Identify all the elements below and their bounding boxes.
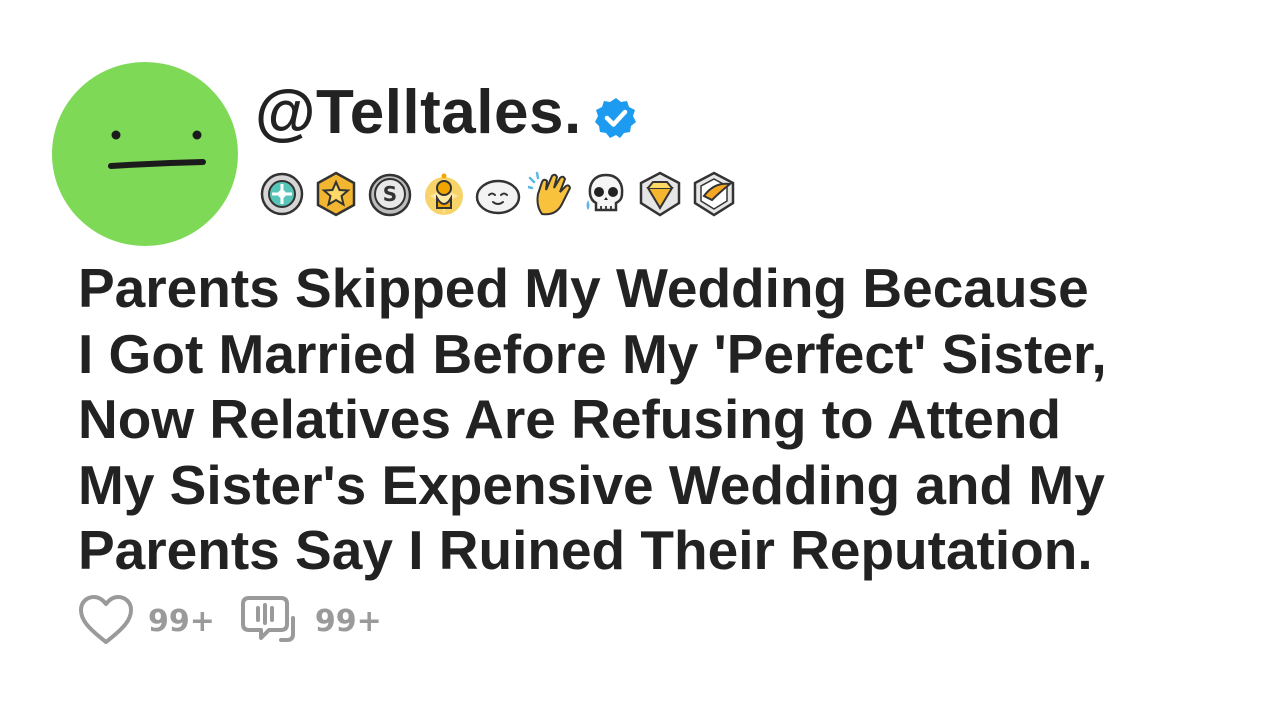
avatar[interactable] [52,62,238,246]
svg-text:S: S [383,182,397,206]
award-badges: S [258,170,738,218]
title-line: I Got Married Before My 'Perfect' Sister… [78,322,1107,385]
silver-award-icon[interactable]: S [366,170,414,218]
title-line: Parents Skipped My Wedding Because [78,257,1089,319]
diamond-award-icon[interactable] [636,170,684,218]
wholesome-seal-icon[interactable] [474,170,522,218]
clapping-hands-icon[interactable] [528,170,576,218]
title-line: Now Relatives Are Refusing to Attend [78,388,1061,450]
post-actions: 99+ 99+ [78,594,408,648]
helpful-award-icon[interactable] [258,170,306,218]
heart-icon[interactable] [78,594,134,648]
verified-badge-icon [594,98,636,138]
like-count: 99+ [148,603,215,639]
post-card: @Telltales. S Parents Skipped My Wedding… [0,0,1280,720]
crying-skull-icon[interactable] [582,170,630,218]
comment-icon[interactable] [240,594,301,648]
username-row: @Telltales. [255,82,638,144]
platinum-award-icon[interactable] [690,170,738,218]
star-award-icon[interactable] [312,170,360,218]
title-line: Parents Say I Ruined Their Reputation. [78,519,1093,581]
gold-award-icon[interactable] [420,170,468,218]
username[interactable]: @Telltales. [255,82,582,144]
comment-count: 99+ [314,603,382,639]
title-line: My Sister's Expensive Wedding and My [78,453,1105,516]
post-title: Parents Skipped My Wedding Because I Got… [78,256,1278,584]
